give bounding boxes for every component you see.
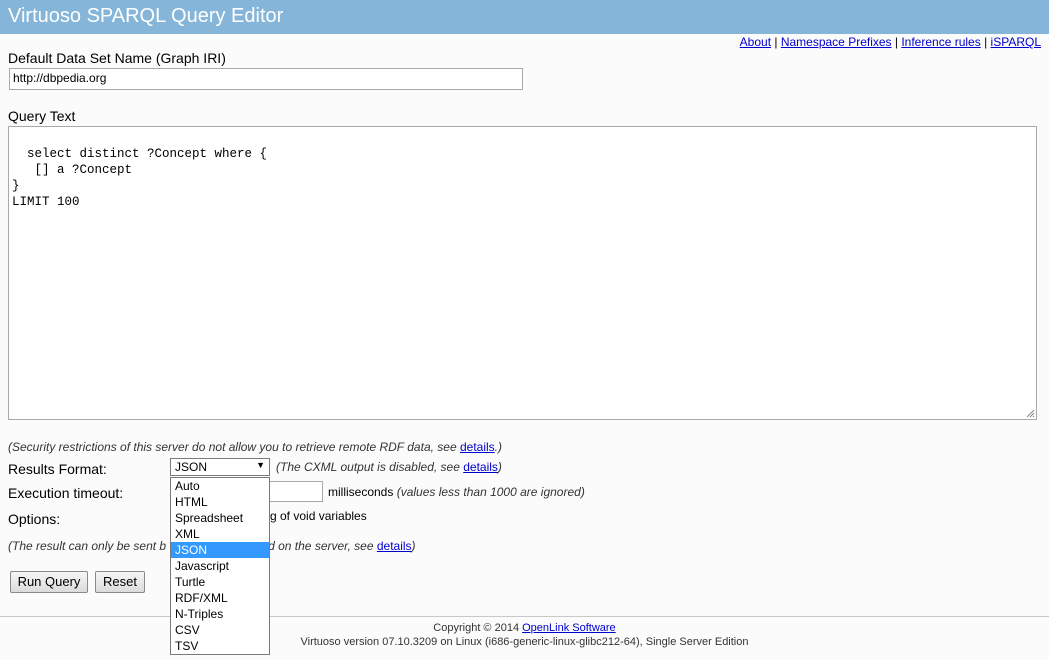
timeout-note: (values less than 1000 are ignored) xyxy=(396,485,585,499)
query-textarea[interactable]: select distinct ?Concept where { [] a ?C… xyxy=(8,126,1037,420)
execution-timeout-label: Execution timeout: xyxy=(8,485,124,501)
option-csv[interactable]: CSV xyxy=(171,622,269,638)
results-format-label: Results Format: xyxy=(8,461,107,477)
openlink-link[interactable]: OpenLink Software xyxy=(522,622,616,634)
isparql-link[interactable]: iSPARQL xyxy=(991,35,1041,49)
options-label: Options: xyxy=(8,511,61,527)
option-n-triples[interactable]: N-Triples xyxy=(171,606,269,622)
option-xml[interactable]: XML xyxy=(171,526,269,542)
option-turtle[interactable]: Turtle xyxy=(171,574,269,590)
run-query-button[interactable]: Run Query xyxy=(10,571,88,593)
namespace-prefixes-link[interactable]: Namespace Prefixes xyxy=(781,35,892,49)
option-tsv[interactable]: TSV xyxy=(171,638,269,654)
option-spreadsheet[interactable]: Spreadsheet xyxy=(171,510,269,526)
results-format-select[interactable]: JSON ▼ xyxy=(170,458,270,476)
graph-iri-input[interactable]: http://dbpedia.org xyxy=(9,68,523,90)
option-javascript[interactable]: Javascript xyxy=(171,558,269,574)
query-text: select distinct ?Concept where { [] a ?C… xyxy=(12,147,268,209)
inference-rules-link[interactable]: Inference rules xyxy=(901,35,980,49)
top-links: About | Namespace Prefixes | Inference r… xyxy=(739,35,1041,49)
footer-divider xyxy=(0,616,1049,617)
cxml-details-link[interactable]: details xyxy=(463,460,498,474)
title-bar: Virtuoso SPARQL Query Editor xyxy=(0,0,1049,34)
query-text-label: Query Text xyxy=(8,108,76,124)
footer-version: Virtuoso version 07.10.3209 on Linux (i6… xyxy=(300,636,749,648)
reset-button[interactable]: Reset xyxy=(95,571,145,593)
security-details-link[interactable]: details xyxy=(460,440,495,454)
cxml-note: (The CXML output is disabled, see detail… xyxy=(276,460,502,474)
page-title: Virtuoso SPARQL Query Editor xyxy=(8,5,284,27)
timeout-unit: milliseconds (values less than 1000 are … xyxy=(328,485,585,499)
dropdown-arrow-icon: ▼ xyxy=(256,460,265,470)
footer-copyright: Copyright © 2014 OpenLink Software xyxy=(433,622,616,634)
option-html[interactable]: HTML xyxy=(171,494,269,510)
option-auto[interactable]: Auto xyxy=(171,478,269,494)
resize-grip-icon[interactable] xyxy=(1025,408,1035,418)
timeout-input[interactable] xyxy=(268,481,323,502)
results-format-dropdown[interactable]: Auto HTML Spreadsheet XML JSON Javascrip… xyxy=(170,477,270,655)
security-note: (Security restrictions of this server do… xyxy=(8,440,502,454)
option-rdf-xml[interactable]: RDF/XML xyxy=(171,590,269,606)
graph-iri-label: Default Data Set Name (Graph IRI) xyxy=(8,50,226,66)
about-link[interactable]: About xyxy=(740,35,771,49)
options-void-variables-text: g of void variables xyxy=(270,509,367,523)
result-details-link[interactable]: details xyxy=(377,539,412,553)
option-json[interactable]: JSON xyxy=(171,542,269,558)
